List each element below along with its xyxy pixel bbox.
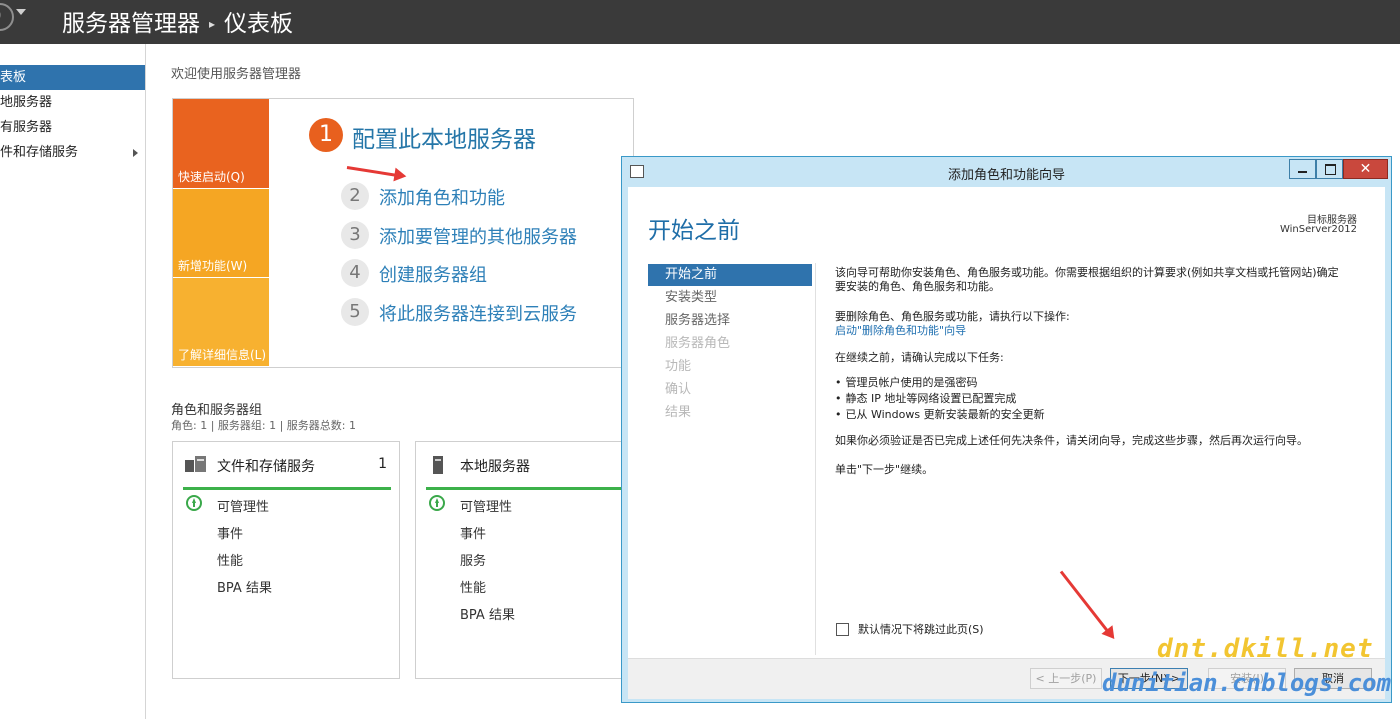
role-card-local-server[interactable]: 本地服务器 可管理性 事件 服务 性能 BPA 结果: [415, 441, 643, 679]
sidebar-item-file-storage[interactable]: 文件和存储服务: [0, 140, 145, 165]
roles-summary: 角色: 1 | 服务器组: 1 | 服务器总数: 1: [171, 419, 357, 432]
wizard-body: 开始之前 目标服务器 WinServer2012 开始之前 安装类型 服务器选择…: [628, 187, 1385, 699]
card-count: 1: [378, 456, 387, 472]
welcome-title: 欢迎使用服务器管理器: [171, 67, 302, 82]
card-row-manageability[interactable]: 可管理性: [460, 496, 512, 515]
card-row-events[interactable]: 事件: [217, 523, 243, 542]
close-button[interactable]: ✕: [1343, 159, 1388, 179]
skip-page-checkbox[interactable]: [836, 623, 849, 636]
watermark-domain: dnt.dkill.net: [1157, 634, 1374, 664]
step-add-roles-features[interactable]: 添加角色和功能: [379, 184, 505, 210]
prerequisite-item: 管理员帐户使用的是强密码: [835, 374, 978, 390]
wizard-nav-server-roles: 服务器角色: [665, 336, 731, 351]
step-4-number: 4: [341, 259, 369, 287]
card-row-performance[interactable]: 性能: [460, 577, 486, 596]
target-server-name: WinServer2012: [1279, 224, 1357, 235]
tile-learn-more[interactable]: 了解详细信息(L): [173, 278, 269, 366]
verify-text: 如果你必须验证是否已完成上述任何先决条件，请关闭向导，完成这些步骤，然后再次运行…: [835, 434, 1308, 447]
card-row-events[interactable]: 事件: [460, 523, 486, 542]
wizard-nav-results: 结果: [665, 405, 692, 420]
minimize-button[interactable]: [1289, 159, 1316, 179]
step-5-number: 5: [341, 298, 369, 326]
status-ok-icon: [429, 495, 445, 511]
add-roles-wizard-dialog: 添加角色和功能向导 ✕ 开始之前 目标服务器 WinServer2012 开始之…: [621, 156, 1392, 703]
step-connect-cloud[interactable]: 将此服务器连接到云服务: [379, 300, 577, 326]
card-title: 文件和存储服务: [217, 459, 315, 475]
nav-divider: [815, 263, 816, 655]
continue-text: 单击"下一步"继续。: [835, 463, 934, 476]
health-bar: [183, 487, 391, 490]
card-row-bpa[interactable]: BPA 结果: [460, 604, 515, 623]
step-configure-local-server[interactable]: 配置此本地服务器: [352, 120, 536, 154]
step-2-number: 2: [341, 182, 369, 210]
server-icon: [433, 456, 443, 474]
wizard-nav-before-you-begin[interactable]: 开始之前: [648, 264, 812, 286]
watermark-blog: dunitian.cnblogs.com: [1102, 669, 1391, 697]
prerequisite-item: 已从 Windows 更新安装最新的安全更新: [835, 406, 1045, 422]
tile-quick-start[interactable]: 快速启动(Q): [173, 99, 269, 188]
breadcrumb-page: 仪表板: [224, 11, 294, 37]
status-ok-icon: [186, 495, 202, 511]
sidebar-item-all-servers[interactable]: 所有服务器: [0, 115, 145, 140]
card-row-manageability[interactable]: 可管理性: [217, 496, 269, 515]
previous-button[interactable]: < 上一步(P): [1030, 668, 1102, 689]
wizard-nav-server-selection[interactable]: 服务器选择: [648, 310, 812, 332]
tile-whats-new[interactable]: 新增功能(W): [173, 189, 269, 277]
breadcrumb-separator-icon: ▸: [209, 17, 216, 31]
sidebar-item-dashboard[interactable]: 仪表板: [0, 65, 145, 90]
wizard-nav-installation-type[interactable]: 安装类型: [648, 287, 812, 309]
chevron-down-icon[interactable]: [16, 9, 26, 15]
breadcrumb-app[interactable]: 服务器管理器: [62, 11, 200, 37]
card-row-performance[interactable]: 性能: [217, 550, 243, 569]
title-bar: 服务器管理器 ▸ 仪表板: [0, 0, 1400, 44]
wizard-titlebar[interactable]: 添加角色和功能向导 ✕: [622, 157, 1391, 187]
health-bar: [426, 487, 642, 490]
file-storage-icon: [185, 456, 206, 472]
remove-roles-wizard-link[interactable]: 启动"删除角色和功能"向导: [835, 322, 966, 338]
wizard-nav-confirmation: 确认: [665, 382, 692, 397]
step-3-number: 3: [341, 221, 369, 249]
step-add-other-servers[interactable]: 添加要管理的其他服务器: [379, 223, 577, 249]
prerequisites-intro: 在继续之前，请确认完成以下任务:: [835, 351, 1004, 364]
step-create-server-group[interactable]: 创建服务器组: [379, 261, 487, 287]
roles-section-title: 角色和服务器组: [171, 403, 263, 418]
wizard-title: 添加角色和功能向导: [947, 168, 1065, 183]
chevron-right-icon[interactable]: [133, 149, 138, 157]
breadcrumb: 服务器管理器 ▸ 仪表板: [62, 4, 293, 38]
role-card-file-storage[interactable]: 文件和存储服务 1 可管理性 事件 性能 BPA 结果: [172, 441, 400, 679]
intro-text-line-2: 要安装的角色、角色服务和功能。: [835, 280, 1000, 293]
maximize-button[interactable]: [1316, 159, 1343, 179]
card-title: 本地服务器: [460, 459, 530, 475]
tile-quick-start-label: 快速启动(Q): [178, 170, 245, 184]
prerequisite-item: 静态 IP 地址等网络设置已配置完成: [835, 390, 1017, 406]
sidebar-item-local-server[interactable]: 本地服务器: [0, 90, 145, 115]
tile-whats-new-label: 新增功能(W): [178, 259, 248, 273]
sidebar: 仪表板 本地服务器 所有服务器 文件和存储服务: [0, 44, 146, 719]
back-arrow-icon[interactable]: [0, 3, 14, 31]
wizard-page-heading: 开始之前: [648, 218, 740, 244]
step-1-number: 1: [309, 118, 343, 152]
tile-learn-more-label: 了解详细信息(L): [178, 348, 267, 362]
wizard-nav-features: 功能: [665, 359, 692, 374]
card-row-services[interactable]: 服务: [460, 550, 486, 569]
card-row-bpa[interactable]: BPA 结果: [217, 577, 272, 596]
skip-page-label[interactable]: 默认情况下将跳过此页(S): [858, 621, 984, 637]
